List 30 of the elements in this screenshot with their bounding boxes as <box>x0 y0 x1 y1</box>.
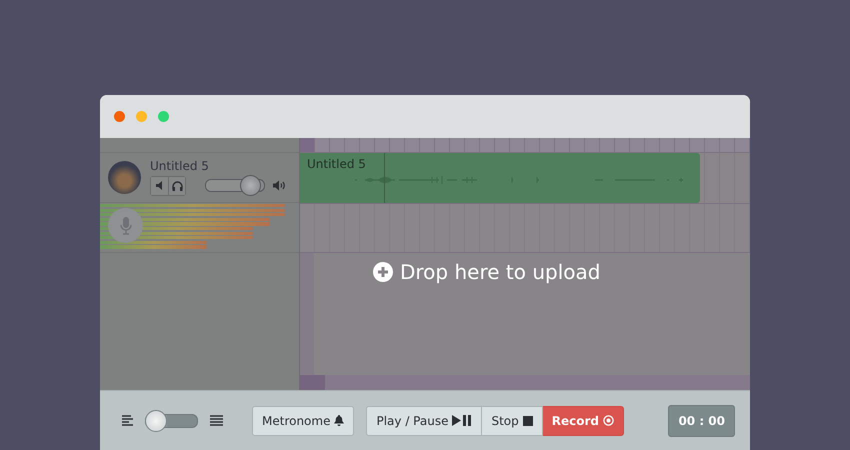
avatar <box>108 161 141 194</box>
zoom-slider[interactable] <box>145 410 198 432</box>
minimize-button[interactable] <box>136 111 147 122</box>
metronome-button[interactable]: Metronome <box>252 406 354 436</box>
stop-icon <box>522 416 533 426</box>
record-button[interactable]: Record <box>542 406 624 436</box>
headphones-icon <box>172 180 182 190</box>
record-icon <box>603 415 614 426</box>
play-pause-icon <box>452 415 472 426</box>
microphone-icon <box>120 216 132 234</box>
playhead-line <box>384 153 385 203</box>
solo-button[interactable] <box>168 176 185 194</box>
close-button[interactable] <box>114 111 125 122</box>
play-pause-button[interactable]: Play / Pause <box>366 406 482 436</box>
track-title: Untitled 5 <box>150 159 210 173</box>
plus-circle-icon <box>373 262 393 282</box>
volume-icon <box>273 180 286 191</box>
time-display: 00 : 00 <box>668 404 735 436</box>
zoom-out-icon <box>122 415 134 426</box>
bell-icon <box>334 415 344 426</box>
speaker-icon <box>156 181 164 190</box>
zoom-in-icon <box>210 415 223 426</box>
drop-text: Drop here to upload <box>400 260 600 284</box>
maximize-button[interactable] <box>158 111 169 122</box>
mute-button[interactable] <box>151 176 168 194</box>
timeline-ruler[interactable] <box>300 138 750 153</box>
clip-title: Untitled 5 <box>307 157 367 171</box>
volume-slider[interactable] <box>205 175 266 196</box>
horizontal-scrollbar[interactable] <box>300 375 750 390</box>
stop-button[interactable]: Stop <box>482 406 543 436</box>
